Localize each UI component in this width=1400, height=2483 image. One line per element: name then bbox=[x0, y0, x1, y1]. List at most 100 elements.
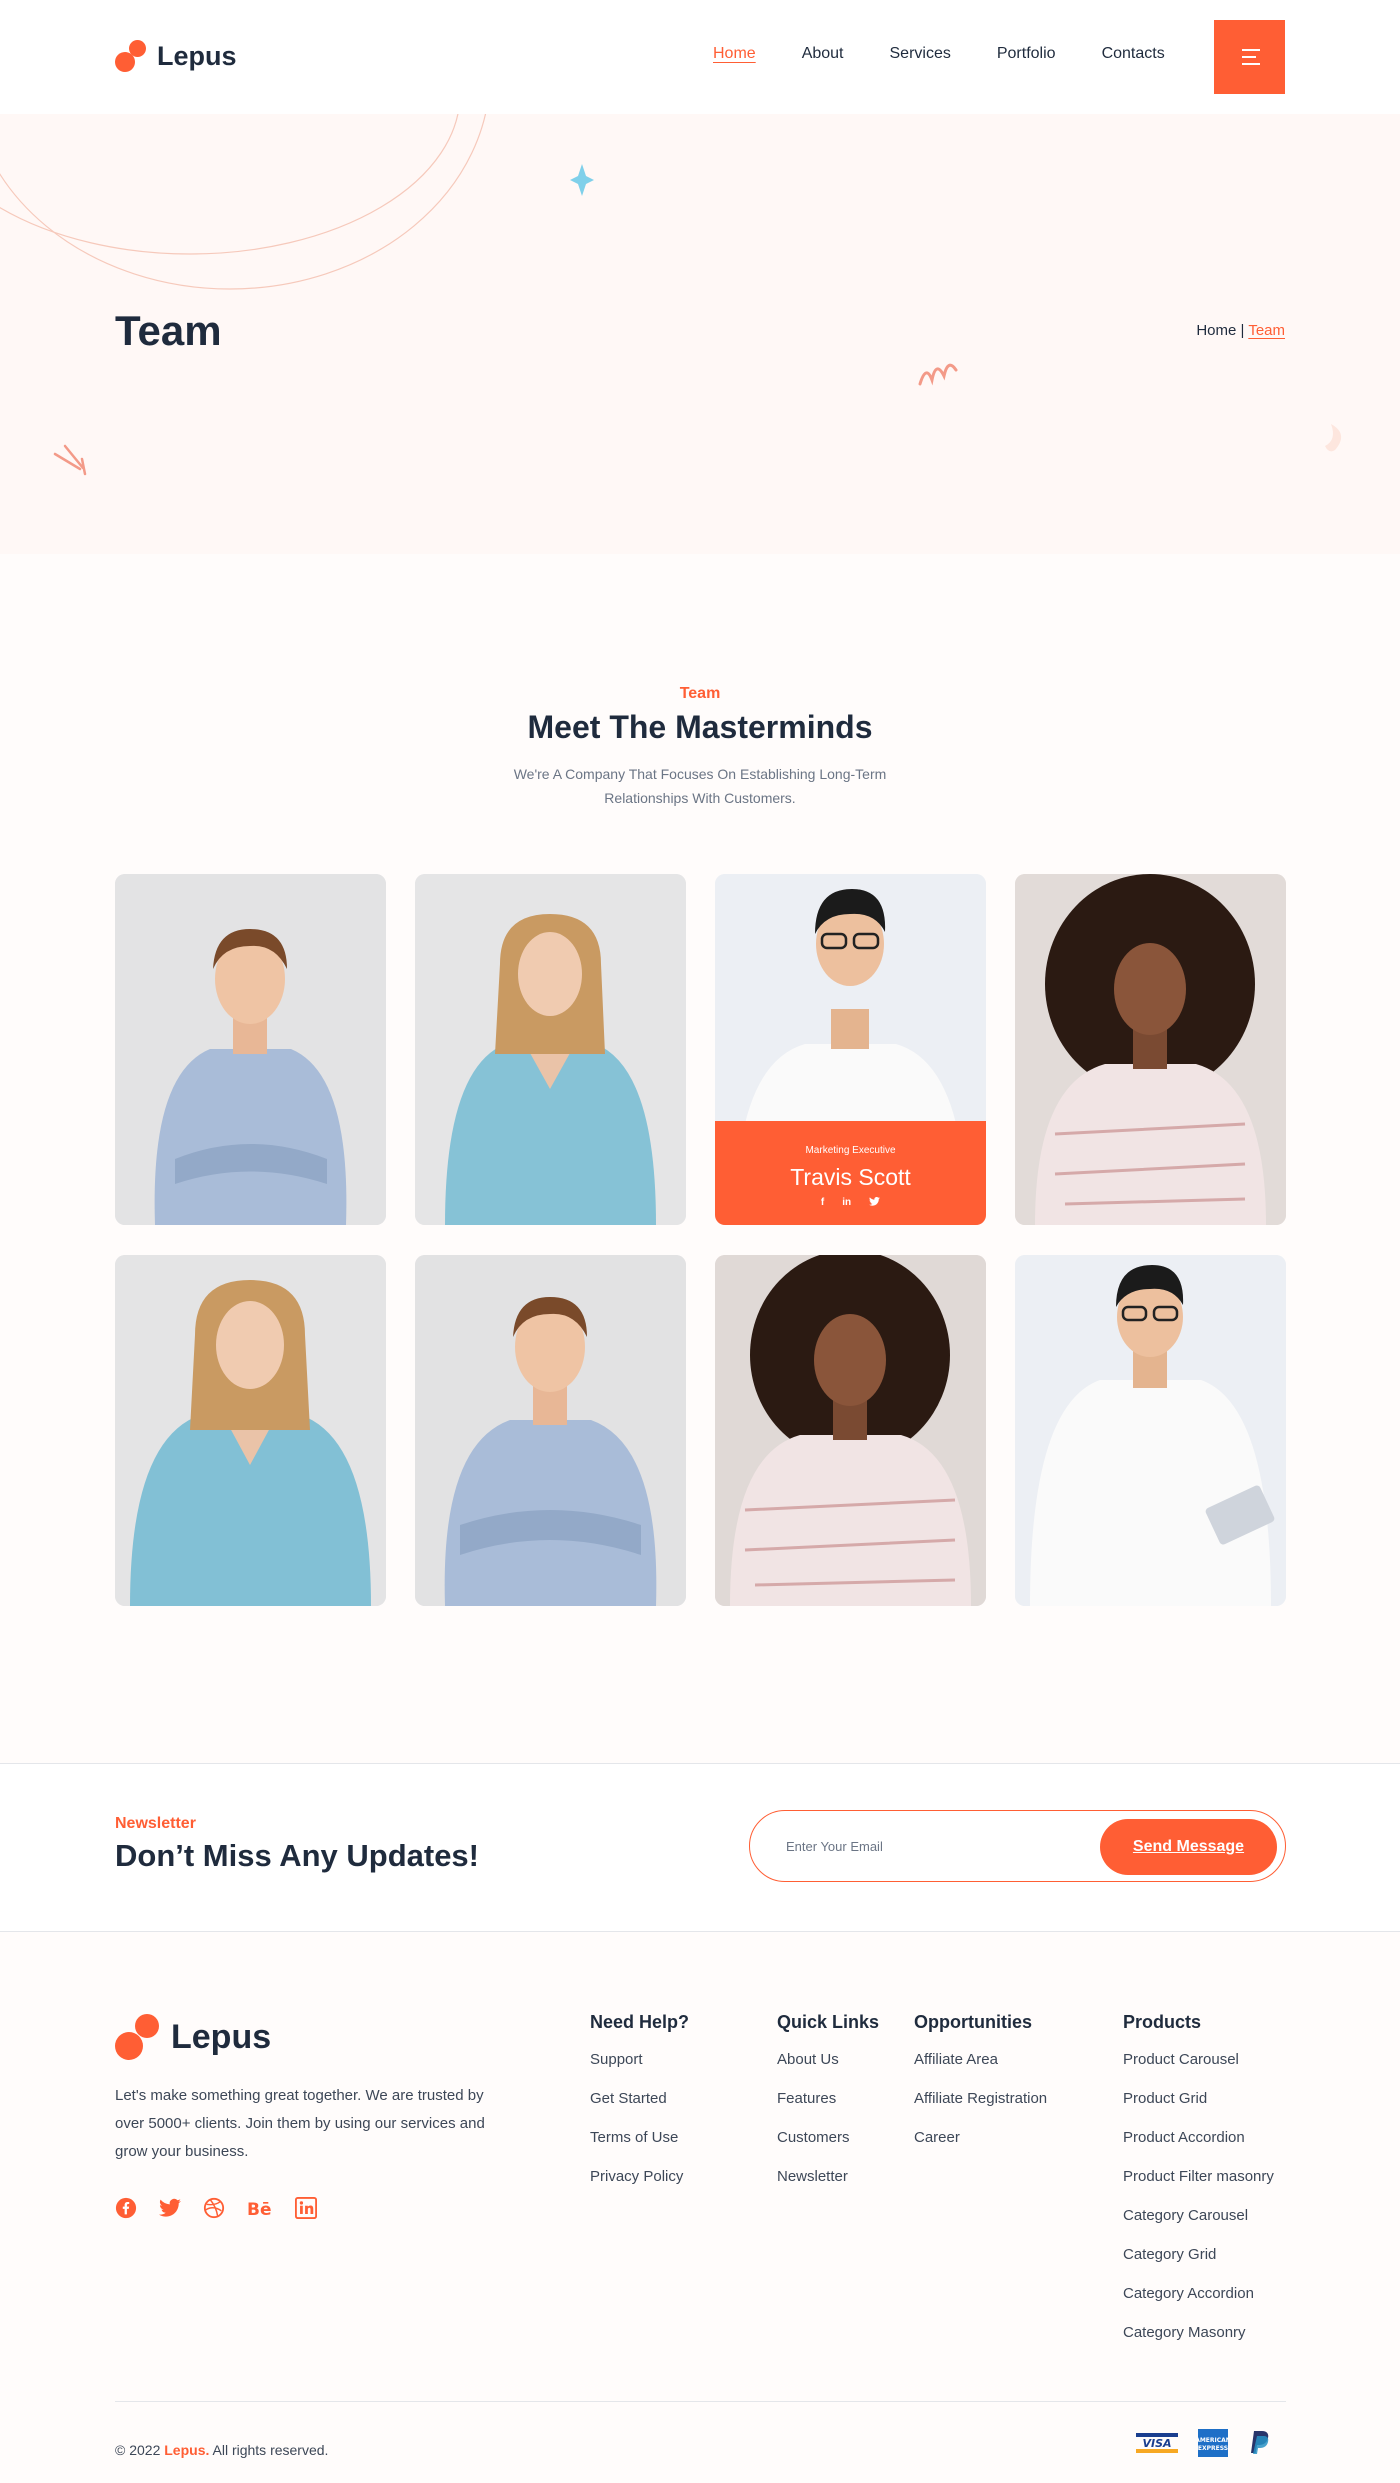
sparkle-icon bbox=[570, 164, 594, 196]
menu-button[interactable] bbox=[1214, 20, 1285, 94]
footer-link[interactable]: Product Filter masonry bbox=[1123, 2164, 1274, 2203]
nav-services[interactable]: Services bbox=[890, 45, 951, 63]
footer-col-title: Opportunities bbox=[914, 2012, 1032, 2032]
facebook-icon[interactable] bbox=[115, 2197, 137, 2219]
payment-methods: VISA AMERICAN EXPRESS bbox=[1136, 2429, 1272, 2457]
nav-contacts[interactable]: Contacts bbox=[1102, 45, 1165, 63]
nav-portfolio[interactable]: Portfolio bbox=[997, 45, 1056, 63]
linkedin-icon[interactable] bbox=[295, 2197, 317, 2219]
logo-text: Lepus bbox=[157, 40, 237, 71]
newsletter-eyebrow: Newsletter bbox=[115, 1815, 196, 1832]
footer-col-quick-links: Quick Links About Us Features Customers … bbox=[777, 2012, 879, 2203]
footer-link[interactable]: Category Grid bbox=[1123, 2242, 1274, 2281]
twitter-icon[interactable] bbox=[159, 2198, 181, 2218]
main-nav: Home About Services Portfolio Contacts bbox=[713, 45, 1165, 63]
footer-logo[interactable]: Lepus bbox=[115, 2014, 271, 2060]
footer-link[interactable]: Terms of Use bbox=[590, 2125, 689, 2164]
newsletter-form: Send Message bbox=[749, 1810, 1286, 1882]
team-card-3[interactable]: Marketing Executive Travis Scott f in bbox=[715, 874, 986, 1225]
svg-text:EXPRESS: EXPRESS bbox=[1198, 2445, 1228, 2452]
member-photo bbox=[115, 1255, 386, 1606]
newsletter-section: Newsletter Don’t Miss Any Updates! Send … bbox=[0, 1763, 1400, 1932]
amex-icon: AMERICAN EXPRESS bbox=[1198, 2429, 1228, 2457]
site-header: Lepus Home About Services Portfolio Cont… bbox=[0, 0, 1400, 114]
dribbble-icon[interactable] bbox=[203, 2197, 225, 2219]
footer-link[interactable]: Category Carousel bbox=[1123, 2203, 1274, 2242]
footer-link[interactable]: Category Accordion bbox=[1123, 2281, 1274, 2320]
footer-col-title: Need Help? bbox=[590, 2012, 690, 2032]
burst-icon bbox=[53, 444, 87, 476]
copyright-brand[interactable]: Lepus. bbox=[164, 2442, 209, 2458]
twitter-icon[interactable] bbox=[869, 1197, 881, 1208]
team-card-8[interactable] bbox=[1015, 1255, 1286, 1606]
footer-link[interactable]: Features bbox=[777, 2086, 879, 2125]
footer-divider bbox=[115, 2401, 1286, 2402]
linkedin-icon[interactable]: in bbox=[842, 1197, 851, 1208]
footer-link[interactable]: Product Carousel bbox=[1123, 2047, 1274, 2086]
footer-link[interactable]: Product Grid bbox=[1123, 2086, 1274, 2125]
page-title: Team bbox=[115, 307, 222, 354]
breadcrumb-separator: | bbox=[1240, 322, 1245, 339]
visa-icon: VISA bbox=[1136, 2433, 1178, 2453]
svg-text:AMERICAN: AMERICAN bbox=[1198, 2437, 1228, 2444]
footer-link[interactable]: Affiliate Registration bbox=[914, 2086, 1047, 2125]
footer-link[interactable]: Get Started bbox=[590, 2086, 689, 2125]
footer-col-products: Products Product Carousel Product Grid P… bbox=[1123, 2012, 1274, 2359]
breadcrumb-home[interactable]: Home bbox=[1196, 322, 1236, 339]
footer-link[interactable]: Customers bbox=[777, 2125, 879, 2164]
member-photo bbox=[715, 1255, 986, 1606]
logo[interactable]: Lepus bbox=[115, 40, 237, 72]
team-card-5[interactable] bbox=[115, 1255, 386, 1606]
page-hero: Team Home | Team bbox=[0, 114, 1400, 554]
team-card-6[interactable] bbox=[415, 1255, 686, 1606]
nav-home[interactable]: Home bbox=[713, 45, 756, 63]
member-photo bbox=[1015, 874, 1286, 1225]
footer-link[interactable]: Privacy Policy bbox=[590, 2164, 689, 2203]
svg-text:VISA: VISA bbox=[1142, 2437, 1171, 2450]
hamburger-icon bbox=[1241, 49, 1260, 65]
footer-link[interactable]: Support bbox=[590, 2047, 689, 2086]
email-field[interactable] bbox=[786, 1831, 1086, 1861]
member-overlay: Marketing Executive Travis Scott f in bbox=[715, 1121, 986, 1225]
team-description: We're A Company That Focuses On Establis… bbox=[513, 766, 887, 806]
moon-icon bbox=[1325, 424, 1342, 452]
team-card-7[interactable] bbox=[715, 1255, 986, 1606]
member-photo bbox=[415, 1255, 686, 1606]
member-name[interactable]: Travis Scott bbox=[715, 1164, 986, 1191]
member-photo bbox=[415, 874, 686, 1225]
breadcrumb-current[interactable]: Team bbox=[1248, 322, 1285, 339]
footer-link[interactable]: Affiliate Area bbox=[914, 2047, 1047, 2086]
footer-logo-text: Lepus bbox=[171, 2017, 272, 2056]
breadcrumb: Home | Team bbox=[1196, 322, 1285, 339]
member-photo bbox=[115, 874, 386, 1225]
svg-text:Bē: Bē bbox=[247, 2200, 272, 2217]
behance-icon[interactable]: Bē bbox=[247, 2199, 273, 2217]
nav-about[interactable]: About bbox=[802, 45, 844, 63]
facebook-icon[interactable]: f bbox=[821, 1197, 824, 1208]
team-card-1[interactable] bbox=[115, 874, 386, 1225]
footer-col-title: Quick Links bbox=[777, 2012, 880, 2032]
footer-link[interactable]: Category Masonry bbox=[1123, 2320, 1274, 2359]
footer-link[interactable]: About Us bbox=[777, 2047, 879, 2086]
copyright-suffix: All rights reserved. bbox=[212, 2442, 329, 2458]
newsletter-title: Don’t Miss Any Updates! bbox=[115, 1838, 479, 1873]
footer-link[interactable]: Newsletter bbox=[777, 2164, 879, 2203]
team-title: Meet The Masterminds bbox=[527, 709, 873, 745]
footer-about: Let's make something great together. We … bbox=[115, 2087, 485, 2160]
team-section: Team Meet The Masterminds We're A Compan… bbox=[0, 554, 1400, 1764]
member-photo bbox=[1015, 1255, 1286, 1606]
send-message-button[interactable]: Send Message bbox=[1100, 1819, 1277, 1875]
paypal-icon bbox=[1251, 2431, 1269, 2454]
team-card-4[interactable] bbox=[1015, 874, 1286, 1225]
footer-social: Bē bbox=[115, 2197, 317, 2219]
logo-mark-icon bbox=[115, 2014, 161, 2060]
member-social: f in bbox=[715, 1197, 986, 1208]
footer-link[interactable]: Product Accordion bbox=[1123, 2125, 1274, 2164]
member-role: Marketing Executive bbox=[805, 1145, 896, 1156]
team-eyebrow: Team bbox=[679, 685, 721, 702]
footer-link[interactable]: Career bbox=[914, 2125, 1047, 2164]
team-card-2[interactable] bbox=[415, 874, 686, 1225]
footer-col-opportunities: Opportunities Affiliate Area Affiliate R… bbox=[914, 2012, 1047, 2164]
site-footer: Lepus Let's make something great togethe… bbox=[0, 1932, 1400, 2483]
logo-mark-icon bbox=[115, 40, 147, 72]
